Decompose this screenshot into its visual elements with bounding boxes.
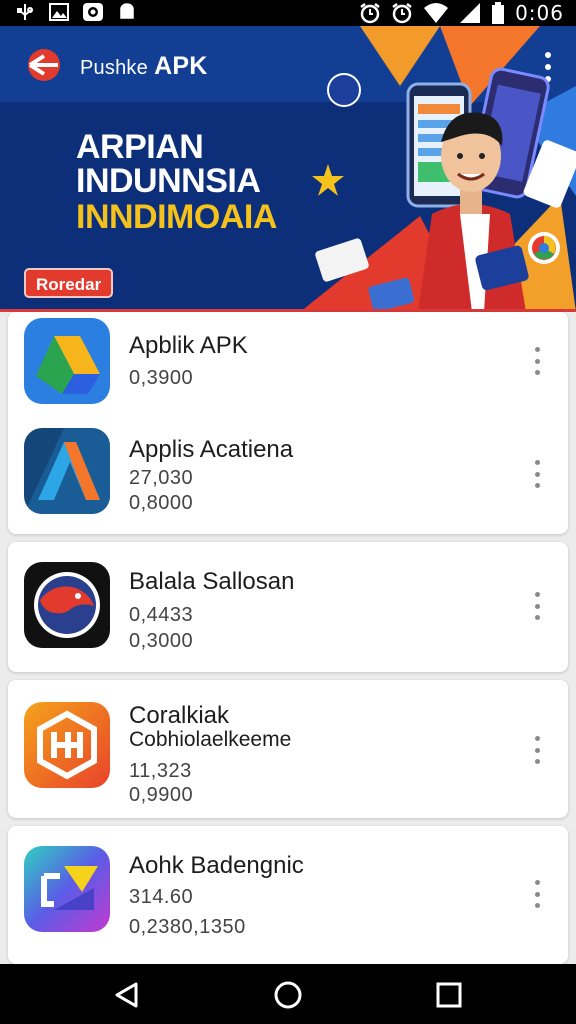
app-card: Balala Sallosan 0,4433 0,3000 — [8, 542, 568, 672]
more-options-button[interactable] — [532, 736, 542, 764]
app-subtitle: Cobhiolaelkeeme — [129, 728, 292, 751]
list-item[interactable]: Applis Acatiena 27,030 0,8000 — [8, 422, 568, 534]
bird-app-icon — [24, 562, 110, 648]
app-meta: 0,9900 — [129, 784, 194, 806]
app-logo-icon — [28, 49, 60, 81]
screen-app-icon — [24, 846, 110, 932]
header-banner: Pushke APK ARPIAN INDUNNSIA INNDIMOAIA R… — [0, 26, 576, 312]
app-meta: 314.60 — [129, 886, 194, 908]
back-icon[interactable] — [110, 978, 144, 1012]
app-meta: 0,2380,1350 — [129, 916, 246, 938]
signal-icon — [460, 3, 481, 23]
promo-illustration — [312, 67, 576, 309]
battery-icon — [492, 2, 505, 24]
app-meta: 0,4433 — [129, 604, 194, 626]
hexagon-app-icon — [24, 702, 110, 788]
a-logo-app-icon — [24, 428, 110, 514]
app-name: Aohk Badengnic — [129, 852, 304, 879]
more-options-button[interactable] — [532, 460, 542, 488]
headline-line-2: INDUNNSIA — [76, 162, 261, 200]
home-icon[interactable] — [271, 978, 305, 1012]
status-bar: 0:06 — [0, 0, 576, 26]
list-item[interactable]: Apblik APK 0,3900 — [8, 312, 568, 422]
list-item[interactable]: Balala Sallosan 0,4433 0,3000 — [8, 542, 568, 672]
app-name: Applis Acatiena — [129, 436, 294, 463]
alarm-icon — [360, 3, 380, 24]
app-title: Pushke APK — [80, 52, 208, 80]
app-card: Aohk Badengnic 314.60 0,2380,1350 — [8, 826, 568, 964]
android-icon — [120, 3, 134, 19]
record-icon — [83, 3, 103, 21]
image-icon — [49, 3, 69, 21]
recents-icon[interactable] — [432, 978, 466, 1012]
navigation-bar — [0, 964, 576, 1024]
app-meta: 0,3900 — [129, 367, 194, 389]
app-meta: 0,8000 — [129, 492, 194, 514]
app-name: Coralkiak — [129, 702, 230, 729]
app-card: Apblik APK 0,3900 Applis Acatiena 27,030… — [8, 312, 568, 534]
drive-app-icon — [24, 318, 110, 404]
alarm-icon — [392, 3, 412, 24]
app-meta: 0,3000 — [129, 630, 194, 652]
more-options-button[interactable] — [532, 347, 542, 375]
more-options-button[interactable] — [532, 880, 542, 908]
wifi-icon — [424, 3, 449, 23]
list-item[interactable]: Aohk Badengnic 314.60 0,2380,1350 — [8, 826, 568, 964]
app-meta: 27,030 — [129, 467, 194, 489]
more-options-button[interactable] — [532, 592, 542, 620]
app-name: Apblik APK — [129, 332, 248, 359]
promo-badge[interactable]: Roredar — [24, 268, 114, 298]
app-card: Coralkiak Cobhiolaelkeeme 11,323 0,9900 — [8, 680, 568, 818]
list-item[interactable]: Coralkiak Cobhiolaelkeeme 11,323 0,9900 — [8, 680, 568, 818]
headline-line-3: INNDIMOAIA — [76, 198, 277, 236]
app-meta: 11,323 — [129, 760, 192, 782]
headline-line-1: ARPIAN — [76, 128, 204, 166]
usb-icon — [17, 4, 34, 20]
clock: 0:06 — [515, 1, 564, 25]
app-name: Balala Sallosan — [129, 568, 295, 595]
